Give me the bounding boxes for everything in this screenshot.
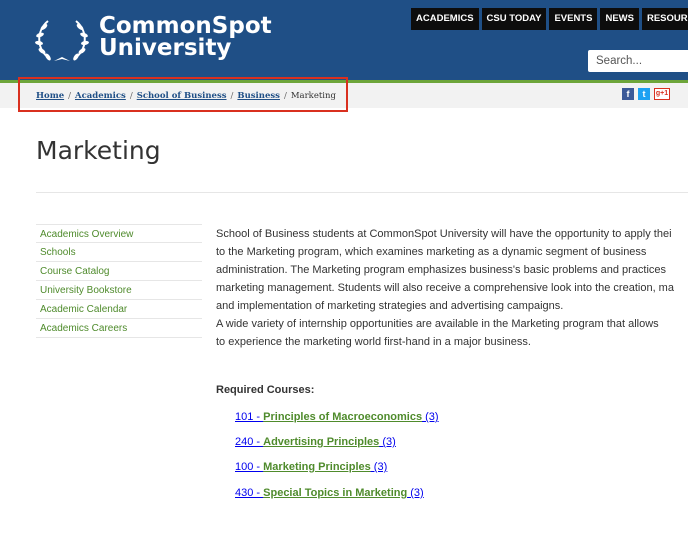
page-title: Marketing bbox=[36, 136, 161, 165]
course-name: Special Topics in Marketing bbox=[263, 487, 408, 499]
facebook-icon[interactable]: f bbox=[622, 88, 634, 100]
course-link[interactable]: 240 - Advertising Principles (3) bbox=[235, 436, 396, 448]
course-link[interactable]: 430 - Special Topics in Marketing (3) bbox=[235, 487, 424, 499]
course-credits: (3) bbox=[379, 436, 396, 448]
description-line: A wide variety of internship opportuniti… bbox=[216, 318, 659, 330]
breadcrumb: Home / Academics / School of Business / Busine… bbox=[36, 91, 336, 101]
breadcrumb-separator: / bbox=[283, 91, 287, 101]
breadcrumb-separator: / bbox=[129, 91, 133, 101]
description-line: to experience the marketing world first-… bbox=[216, 336, 531, 348]
program-description: School of Business students at CommonSpo… bbox=[216, 225, 688, 351]
sidebar-item-academics-careers[interactable]: Academics Careers bbox=[36, 319, 202, 338]
search-input[interactable] bbox=[588, 50, 688, 72]
course-credits: (3) bbox=[422, 411, 439, 423]
required-courses-heading: Required Courses: bbox=[216, 384, 315, 396]
sidebar-nav: Academics Overview Schools Course Catalo… bbox=[36, 224, 202, 338]
nav-events[interactable]: EVENTS bbox=[549, 8, 598, 30]
sidebar-item-university-bookstore[interactable]: University Bookstore bbox=[36, 281, 202, 300]
description-line: to the Marketing program, which examines… bbox=[216, 246, 647, 258]
breadcrumb-school-of-business[interactable]: School of Business bbox=[137, 91, 227, 101]
site-logo[interactable]: CommonSpot University bbox=[99, 13, 272, 61]
course-link[interactable]: 100 - Marketing Principles (3) bbox=[235, 461, 387, 473]
twitter-icon[interactable]: t bbox=[638, 88, 650, 100]
description-line: administration. The Marketing program em… bbox=[216, 264, 667, 276]
breadcrumb-business[interactable]: Business bbox=[237, 91, 280, 101]
course-name: Principles of Macroeconomics bbox=[263, 411, 423, 423]
nav-academics[interactable]: ACADEMICS bbox=[411, 8, 479, 30]
course-name: Advertising Principles bbox=[263, 436, 380, 448]
description-line: and implementation of marketing strategi… bbox=[216, 300, 564, 312]
sidebar-item-academic-calendar[interactable]: Academic Calendar bbox=[36, 300, 202, 319]
course-link[interactable]: 101 - Principles of Macroeconomics (3) bbox=[235, 411, 439, 423]
social-share: f t g+1 bbox=[622, 88, 674, 100]
description-line: marketing management. Students will also… bbox=[216, 282, 674, 294]
laurel-wreath-icon bbox=[35, 20, 89, 61]
nav-csu-today[interactable]: CSU TODAY bbox=[481, 8, 547, 30]
course-code: 430 - bbox=[235, 487, 264, 499]
course-name: Marketing Principles bbox=[263, 461, 371, 473]
course-credits: (3) bbox=[407, 487, 424, 499]
breadcrumb-separator: / bbox=[230, 91, 234, 101]
nav-resources[interactable]: RESOURCES bbox=[641, 8, 688, 30]
breadcrumb-separator: / bbox=[68, 91, 71, 101]
course-credits: (3) bbox=[370, 461, 388, 473]
breadcrumb-current: Marketing bbox=[290, 91, 336, 101]
title-divider bbox=[36, 192, 688, 193]
breadcrumb-home[interactable]: Home bbox=[36, 91, 64, 101]
description-line: School of Business students at CommonSpo… bbox=[216, 228, 672, 240]
nav-news[interactable]: NEWS bbox=[600, 8, 639, 30]
breadcrumb-academics[interactable]: Academics bbox=[75, 91, 126, 101]
course-code: 101 - bbox=[235, 411, 264, 423]
sidebar-item-schools[interactable]: Schools bbox=[36, 243, 202, 262]
sidebar-item-course-catalog[interactable]: Course Catalog bbox=[36, 262, 202, 281]
google-plus-icon[interactable]: g+1 bbox=[654, 88, 670, 100]
logo-line-1: CommonSpot bbox=[99, 13, 272, 39]
course-code: 240 - bbox=[235, 436, 264, 448]
course-code: 100 - bbox=[235, 461, 264, 473]
site-header: CommonSpot University ACADEMICS CSU TODA… bbox=[0, 0, 688, 80]
logo-line-2: University bbox=[99, 35, 232, 61]
top-navigation: ACADEMICS CSU TODAY EVENTS NEWS RESOURCE… bbox=[411, 8, 688, 30]
sidebar-item-academics-overview[interactable]: Academics Overview bbox=[36, 224, 202, 243]
